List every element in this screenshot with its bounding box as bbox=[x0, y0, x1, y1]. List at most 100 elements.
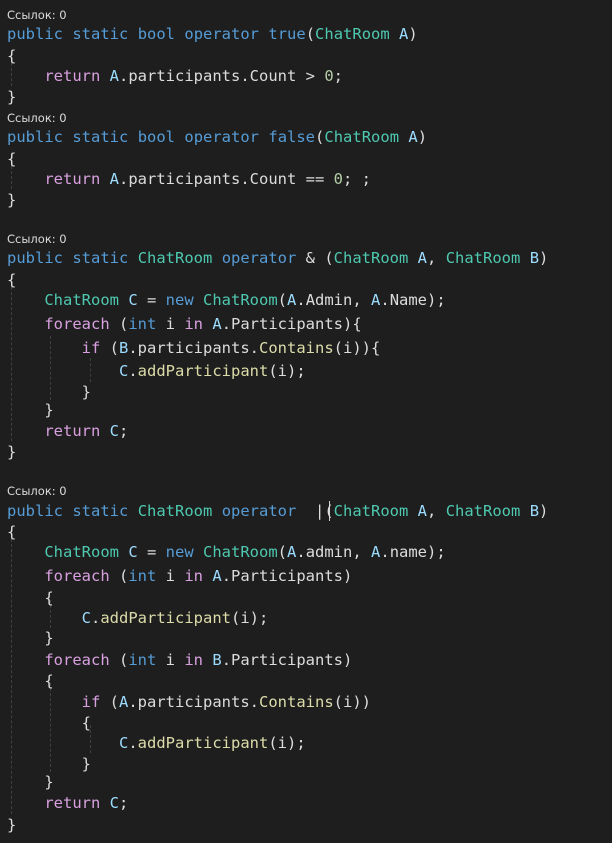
code-line: } bbox=[7, 771, 53, 793]
code-token: int bbox=[128, 315, 157, 333]
code-token: i bbox=[156, 315, 185, 333]
code-token: B bbox=[119, 339, 129, 357]
code-line: } bbox=[7, 86, 16, 108]
code-token: 0 bbox=[333, 170, 343, 188]
code-token: A bbox=[417, 502, 428, 520]
code-lens-references[interactable]: Ссылок: 0 bbox=[7, 7, 67, 23]
code-token: ChatRoom bbox=[315, 25, 390, 43]
code-token: . bbox=[128, 362, 138, 380]
code-line: } bbox=[7, 189, 16, 211]
code-token: { bbox=[7, 47, 17, 65]
code-token: new bbox=[165, 543, 194, 561]
code-token: static bbox=[72, 25, 129, 43]
code-line: ChatRoom C = new ChatRoom(A.admin, A.nam… bbox=[7, 541, 445, 563]
code-token: , bbox=[427, 502, 446, 520]
code-token: .participants.Count > bbox=[119, 67, 325, 85]
code-token: { bbox=[7, 672, 54, 690]
code-token: ; ; bbox=[343, 170, 371, 188]
code-token: .Participants) bbox=[221, 651, 353, 669]
code-line: } bbox=[7, 399, 53, 421]
code-token: , bbox=[427, 249, 446, 267]
code-token: ChatRoom bbox=[333, 502, 409, 520]
code-token: C bbox=[109, 794, 120, 812]
code-token: ( bbox=[277, 291, 288, 309]
code-token: } bbox=[7, 816, 17, 834]
code-token: ( bbox=[109, 651, 129, 669]
code-line: return A.participants.Count > 0; bbox=[7, 65, 343, 87]
code-token: i bbox=[156, 651, 185, 669]
code-token: int bbox=[128, 567, 157, 585]
code-token: A bbox=[109, 170, 120, 188]
code-lens-references[interactable]: Ссылок: 0 bbox=[7, 110, 67, 126]
code-token: A bbox=[399, 25, 409, 43]
code-token: A bbox=[212, 315, 222, 333]
code-line: { bbox=[7, 521, 16, 543]
code-token: ChatRoom bbox=[44, 543, 119, 561]
code-token: operator bbox=[221, 502, 297, 520]
code-token: A bbox=[371, 291, 381, 309]
code-token: foreach bbox=[44, 315, 110, 333]
code-token: (i)){ bbox=[333, 339, 381, 357]
code-token: .Name); bbox=[380, 291, 446, 309]
code-token: { bbox=[7, 714, 91, 732]
code-line: { bbox=[7, 587, 54, 609]
code-token: return bbox=[44, 170, 101, 188]
code-line: { bbox=[7, 148, 16, 170]
code-token: operator bbox=[221, 249, 297, 267]
code-token: ChatRoom bbox=[333, 249, 409, 267]
code-token: { bbox=[7, 589, 54, 607]
code-token: false bbox=[268, 128, 316, 146]
code-token: public bbox=[7, 249, 63, 267]
code-token: A bbox=[119, 693, 129, 711]
code-token: static bbox=[72, 128, 129, 146]
code-token: ChatRoom bbox=[137, 502, 213, 520]
code-token: Ссылок: 0 bbox=[7, 8, 67, 22]
code-token: public bbox=[7, 25, 63, 43]
code-line: { bbox=[7, 670, 54, 692]
code-line: { bbox=[7, 45, 16, 67]
code-token: Ссылок: 0 bbox=[7, 484, 67, 498]
code-token: { bbox=[7, 523, 17, 541]
code-line: return C; bbox=[7, 792, 128, 814]
code-token: A bbox=[287, 543, 297, 561]
code-line: if (B.participants.Contains(i)){ bbox=[7, 337, 381, 359]
code-lens-references[interactable]: Ссылок: 0 bbox=[7, 483, 67, 499]
code-token: new bbox=[165, 291, 194, 309]
code-line: } bbox=[7, 627, 53, 649]
code-token: ChatRoom bbox=[203, 291, 278, 309]
code-editor[interactable]: Ссылок: 0 public static bool operator tru… bbox=[0, 0, 612, 843]
code-token: if bbox=[81, 693, 101, 711]
code-token: { bbox=[7, 271, 17, 289]
code-line: if (A.participants.Contains(i)) bbox=[7, 691, 371, 713]
code-line: return C; bbox=[7, 420, 128, 442]
code-token: .participants.Count == bbox=[119, 170, 334, 188]
code-token: A bbox=[371, 543, 381, 561]
code-lens-references[interactable]: Ссылок: 0 bbox=[7, 231, 67, 247]
code-line: C.addParticipant(i); bbox=[7, 607, 269, 629]
code-line: public static ChatRoom operator & (ChatR… bbox=[7, 247, 548, 269]
code-token: public bbox=[7, 502, 63, 520]
code-token: operator bbox=[184, 128, 260, 146]
code-token: C bbox=[81, 609, 91, 627]
code-token: (i); bbox=[268, 734, 306, 752]
code-token: addParticipant bbox=[137, 362, 269, 380]
code-token: ChatRoom bbox=[445, 502, 521, 520]
code-token: C bbox=[128, 543, 138, 561]
code-token: return bbox=[44, 422, 101, 440]
code-token: Contains bbox=[259, 693, 334, 711]
code-token: = bbox=[137, 291, 166, 309]
